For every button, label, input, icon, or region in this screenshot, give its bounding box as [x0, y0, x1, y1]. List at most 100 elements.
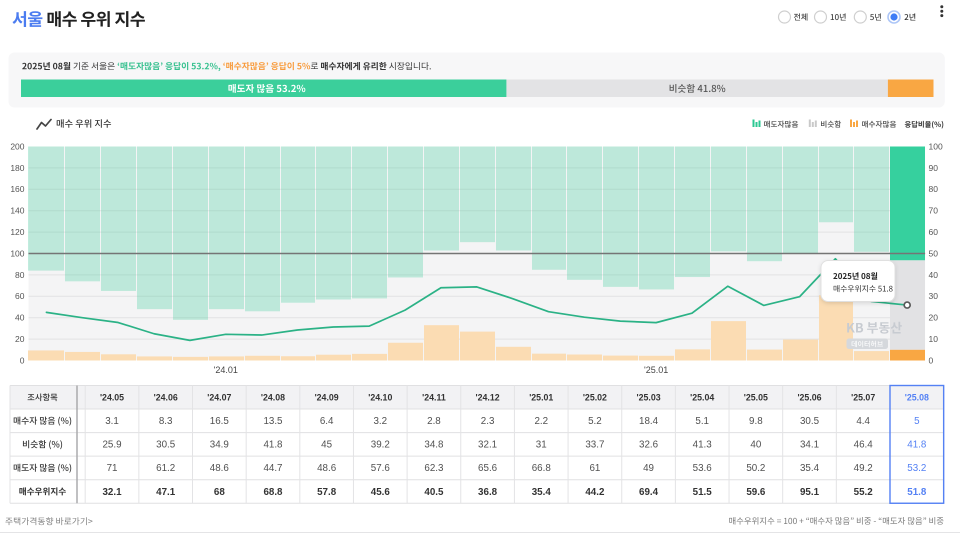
- svg-text:47.1: 47.1: [156, 487, 176, 498]
- svg-text:20: 20: [929, 313, 939, 323]
- svg-text:'24.07: '24.07: [207, 392, 231, 402]
- svg-text:45.6: 45.6: [371, 487, 391, 498]
- svg-text:5: 5: [914, 416, 920, 427]
- svg-text:34.9: 34.9: [210, 440, 229, 451]
- svg-text:'24.09: '24.09: [315, 392, 339, 402]
- svg-text:18.4: 18.4: [639, 416, 659, 427]
- svg-text:61.2: 61.2: [156, 463, 175, 474]
- svg-text:100: 100: [929, 141, 943, 151]
- svg-text:71: 71: [107, 463, 118, 474]
- svg-text:49: 49: [643, 463, 654, 474]
- svg-text:35.4: 35.4: [532, 487, 552, 498]
- svg-text:39.2: 39.2: [371, 440, 390, 451]
- svg-text:16.5: 16.5: [210, 416, 230, 427]
- svg-text:'25.08: '25.08: [905, 392, 929, 402]
- svg-text:32.1: 32.1: [102, 487, 122, 498]
- svg-text:60: 60: [15, 291, 25, 301]
- svg-text:44.7: 44.7: [263, 463, 282, 474]
- svg-text:2.2: 2.2: [534, 416, 548, 427]
- svg-text:66.8: 66.8: [532, 463, 552, 474]
- svg-text:59.6: 59.6: [746, 487, 766, 498]
- svg-text:50: 50: [929, 248, 939, 258]
- svg-text:'25.06: '25.06: [797, 392, 821, 402]
- svg-text:45: 45: [321, 440, 332, 451]
- svg-text:'25.04: '25.04: [690, 392, 714, 402]
- svg-text:50.2: 50.2: [746, 463, 765, 474]
- svg-text:41.8: 41.8: [907, 440, 927, 451]
- svg-text:53.2: 53.2: [907, 463, 926, 474]
- svg-text:95.1: 95.1: [800, 487, 820, 498]
- svg-text:'24.01: '24.01: [214, 365, 238, 375]
- svg-text:48.6: 48.6: [317, 463, 337, 474]
- svg-text:200: 200: [10, 141, 24, 151]
- svg-text:51.8: 51.8: [907, 487, 927, 498]
- svg-text:2.8: 2.8: [427, 416, 441, 427]
- svg-text:90: 90: [929, 163, 939, 173]
- svg-text:9.8: 9.8: [749, 416, 763, 427]
- svg-text:30: 30: [929, 291, 939, 301]
- svg-text:55.2: 55.2: [854, 487, 874, 498]
- svg-text:20: 20: [15, 334, 25, 344]
- svg-text:40.5: 40.5: [424, 487, 444, 498]
- svg-text:57.6: 57.6: [371, 463, 391, 474]
- svg-text:'25.01: '25.01: [529, 392, 553, 402]
- svg-text:5.1: 5.1: [695, 416, 709, 427]
- svg-text:62.3: 62.3: [424, 463, 444, 474]
- svg-text:5.2: 5.2: [588, 416, 602, 427]
- svg-text:30.5: 30.5: [156, 440, 176, 451]
- svg-text:41.3: 41.3: [693, 440, 713, 451]
- svg-text:3.1: 3.1: [105, 416, 119, 427]
- svg-text:100: 100: [10, 248, 24, 258]
- svg-text:46.4: 46.4: [854, 440, 874, 451]
- svg-text:2.3: 2.3: [481, 416, 495, 427]
- svg-text:31: 31: [536, 440, 547, 451]
- svg-text:32.1: 32.1: [478, 440, 497, 451]
- svg-text:65.6: 65.6: [478, 463, 498, 474]
- svg-text:80: 80: [15, 270, 25, 280]
- svg-text:'25.02: '25.02: [583, 392, 607, 402]
- svg-text:68: 68: [214, 487, 225, 498]
- svg-text:180: 180: [10, 163, 24, 173]
- svg-text:0: 0: [20, 355, 25, 365]
- svg-text:160: 160: [10, 184, 24, 194]
- svg-text:69.4: 69.4: [639, 487, 659, 498]
- svg-text:53.6: 53.6: [693, 463, 713, 474]
- svg-text:40: 40: [15, 313, 25, 323]
- svg-text:25.9: 25.9: [102, 440, 121, 451]
- svg-text:51.5: 51.5: [693, 487, 713, 498]
- svg-text:8.3: 8.3: [159, 416, 173, 427]
- svg-text:'24.06: '24.06: [154, 392, 178, 402]
- svg-text:'24.10: '24.10: [368, 392, 392, 402]
- svg-text:'25.05: '25.05: [744, 392, 768, 402]
- svg-text:10: 10: [929, 334, 939, 344]
- svg-text:32.6: 32.6: [639, 440, 659, 451]
- svg-text:'24.05: '24.05: [100, 392, 124, 402]
- svg-text:70: 70: [929, 206, 939, 216]
- svg-text:6.4: 6.4: [320, 416, 334, 427]
- svg-text:'24.08: '24.08: [261, 392, 285, 402]
- svg-text:80: 80: [929, 184, 939, 194]
- svg-text:34.1: 34.1: [800, 440, 819, 451]
- svg-text:'24.11: '24.11: [422, 392, 446, 402]
- svg-text:'25.07: '25.07: [851, 392, 875, 402]
- svg-text:41.8: 41.8: [263, 440, 283, 451]
- svg-text:3.2: 3.2: [373, 416, 387, 427]
- svg-text:40: 40: [750, 440, 761, 451]
- svg-text:40: 40: [929, 270, 939, 280]
- svg-text:36.8: 36.8: [478, 487, 498, 498]
- svg-text:49.2: 49.2: [854, 463, 873, 474]
- svg-text:57.8: 57.8: [317, 487, 337, 498]
- svg-text:60: 60: [929, 227, 939, 237]
- svg-text:13.5: 13.5: [263, 416, 283, 427]
- svg-text:4.4: 4.4: [856, 416, 870, 427]
- svg-text:'25.03: '25.03: [637, 392, 661, 402]
- svg-text:35.4: 35.4: [800, 463, 820, 474]
- svg-text:0: 0: [929, 355, 934, 365]
- svg-text:'25.01: '25.01: [644, 365, 668, 375]
- svg-text:33.7: 33.7: [585, 440, 604, 451]
- svg-text:48.6: 48.6: [210, 463, 230, 474]
- svg-text:120: 120: [10, 227, 24, 237]
- svg-text:'24.12: '24.12: [476, 392, 500, 402]
- svg-text:68.8: 68.8: [263, 487, 283, 498]
- svg-text:61: 61: [589, 463, 600, 474]
